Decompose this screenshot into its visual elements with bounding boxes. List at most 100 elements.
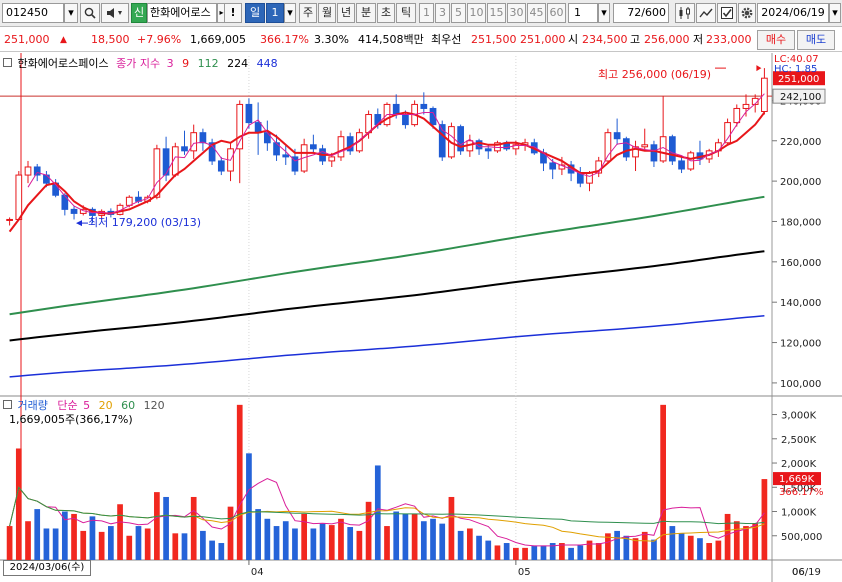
candle-body [24,166,32,176]
sound-button[interactable] [101,3,129,23]
minute-step-5[interactable]: 5 [451,3,466,23]
chart-area[interactable]: 240,000220,000200,000180,000160,000140,0… [0,53,842,582]
volume-bar [292,528,298,560]
gear-icon [741,7,753,19]
price-tick-label: 220,000 [780,137,821,148]
volume-current-pct-label: 366.17% [779,487,824,498]
settings-button[interactable] [738,3,756,23]
candle-body [6,218,13,221]
price-tick-label: 200,000 [780,177,821,188]
volume-bar [540,545,547,560]
high-price: 256,000 [644,33,690,46]
interval-text: 1 [574,6,581,19]
volume-bar [319,523,326,560]
data-count-field[interactable]: 72/600 [613,3,669,23]
volume-bar [338,518,344,560]
volume-tick-label: 500,000 [781,532,822,543]
speaker-icon [107,8,122,18]
interval-field[interactable]: 1 [568,3,598,23]
period-week-button[interactable]: 주 [299,3,317,23]
toggle-checkbox[interactable] [717,3,737,23]
volume-bar [15,448,22,560]
candle-body [392,103,400,116]
search-button[interactable] [80,3,100,23]
volume-bar [236,404,243,560]
search-icon [84,7,96,19]
volume-value-readout: 1,669,005주(366,17%) [9,413,133,426]
volume-bar [89,516,96,560]
period-count-field[interactable]: 1 [266,3,284,23]
volume-bar [227,506,234,560]
minute-step-45[interactable]: 45 [527,3,546,23]
volume-bar [439,523,446,560]
minute-step-10[interactable]: 10 [467,3,486,23]
volume-bar [669,526,676,560]
best-ask: 251,500 [471,33,517,46]
minute-step-60[interactable]: 60 [547,3,566,23]
volume-ratio: 366.17% [260,33,309,46]
period-second-button[interactable]: 초 [377,3,395,23]
stock-code-input[interactable]: 012450 [2,3,64,23]
price-tick-label: 100,000 [780,379,821,390]
volume-bar [678,533,685,560]
minute-step-1[interactable]: 1 [419,3,434,23]
volume-bar [108,526,114,560]
chart-tools-button[interactable] [675,3,695,23]
turnover-rate: 3.30% [314,33,349,46]
volume-bar [172,533,179,560]
candle-body [402,114,409,126]
draw-trend-button[interactable] [696,3,716,23]
volume-bar [457,530,464,560]
candle-tools-icon [679,7,690,19]
volume-bar [513,547,519,560]
volume-bar [448,496,455,560]
candle-body [181,146,188,152]
candle-body [70,208,78,214]
volume-bar [761,479,768,560]
volume-bar [374,465,381,560]
candle-body [641,144,649,148]
volume-bar [384,526,390,560]
buy-button[interactable]: 매수 [757,30,795,50]
high-annotation: 최고 256,000 (06/19) [598,68,712,81]
legend-ma-448: 448 [256,57,278,70]
volume-bar [568,547,574,560]
interval-dropdown[interactable]: ▾ [598,3,610,23]
sell-button[interactable]: 매도 [797,30,835,50]
price-tick-label: 160,000 [780,258,821,269]
candle-body [678,160,685,170]
data-count-total: /600 [641,6,666,19]
period-minute-button[interactable]: 분 [356,3,376,23]
volume-bar [34,509,41,560]
minute-step-30[interactable]: 30 [507,3,526,23]
period-tick-button[interactable]: 틱 [396,3,416,23]
warning-button[interactable]: ! [224,3,242,23]
volume-bar [393,511,400,560]
volume-bar [301,513,308,560]
stock-name-field[interactable]: 한화에어로스 [147,3,217,23]
date-picker-button[interactable]: ▾ [829,3,841,23]
date-tick-label: 04 [251,567,264,578]
legend-ma-112: 112 [197,57,219,70]
candle-body [33,166,41,176]
date-field[interactable]: 2024/06/19 [757,3,829,23]
minute-step-15[interactable]: 15 [487,3,506,23]
volume-tick-label: 2,500K [781,435,817,446]
period-month-button[interactable]: 월 [318,3,336,23]
volume-bar [25,521,31,560]
volume-bar [52,528,59,560]
volume-bar [154,492,160,560]
candle-body [282,154,290,158]
volume-bar [71,513,77,560]
minute-step-3[interactable]: 3 [435,3,450,23]
price-volume-chart[interactable]: 240,000220,000200,000180,000160,000140,0… [0,53,842,582]
period-day-button[interactable]: 일 [245,3,265,23]
volume-bar [43,528,50,560]
legend-ma-224: 224 [227,57,249,70]
period-year-button[interactable]: 년 [337,3,355,23]
code-dropdown-button[interactable]: ▾ [64,3,78,23]
volume-bar [273,526,280,560]
period-count-dropdown[interactable]: ▾ [284,3,296,23]
candle-body [43,174,50,184]
volume-bar [531,545,538,560]
